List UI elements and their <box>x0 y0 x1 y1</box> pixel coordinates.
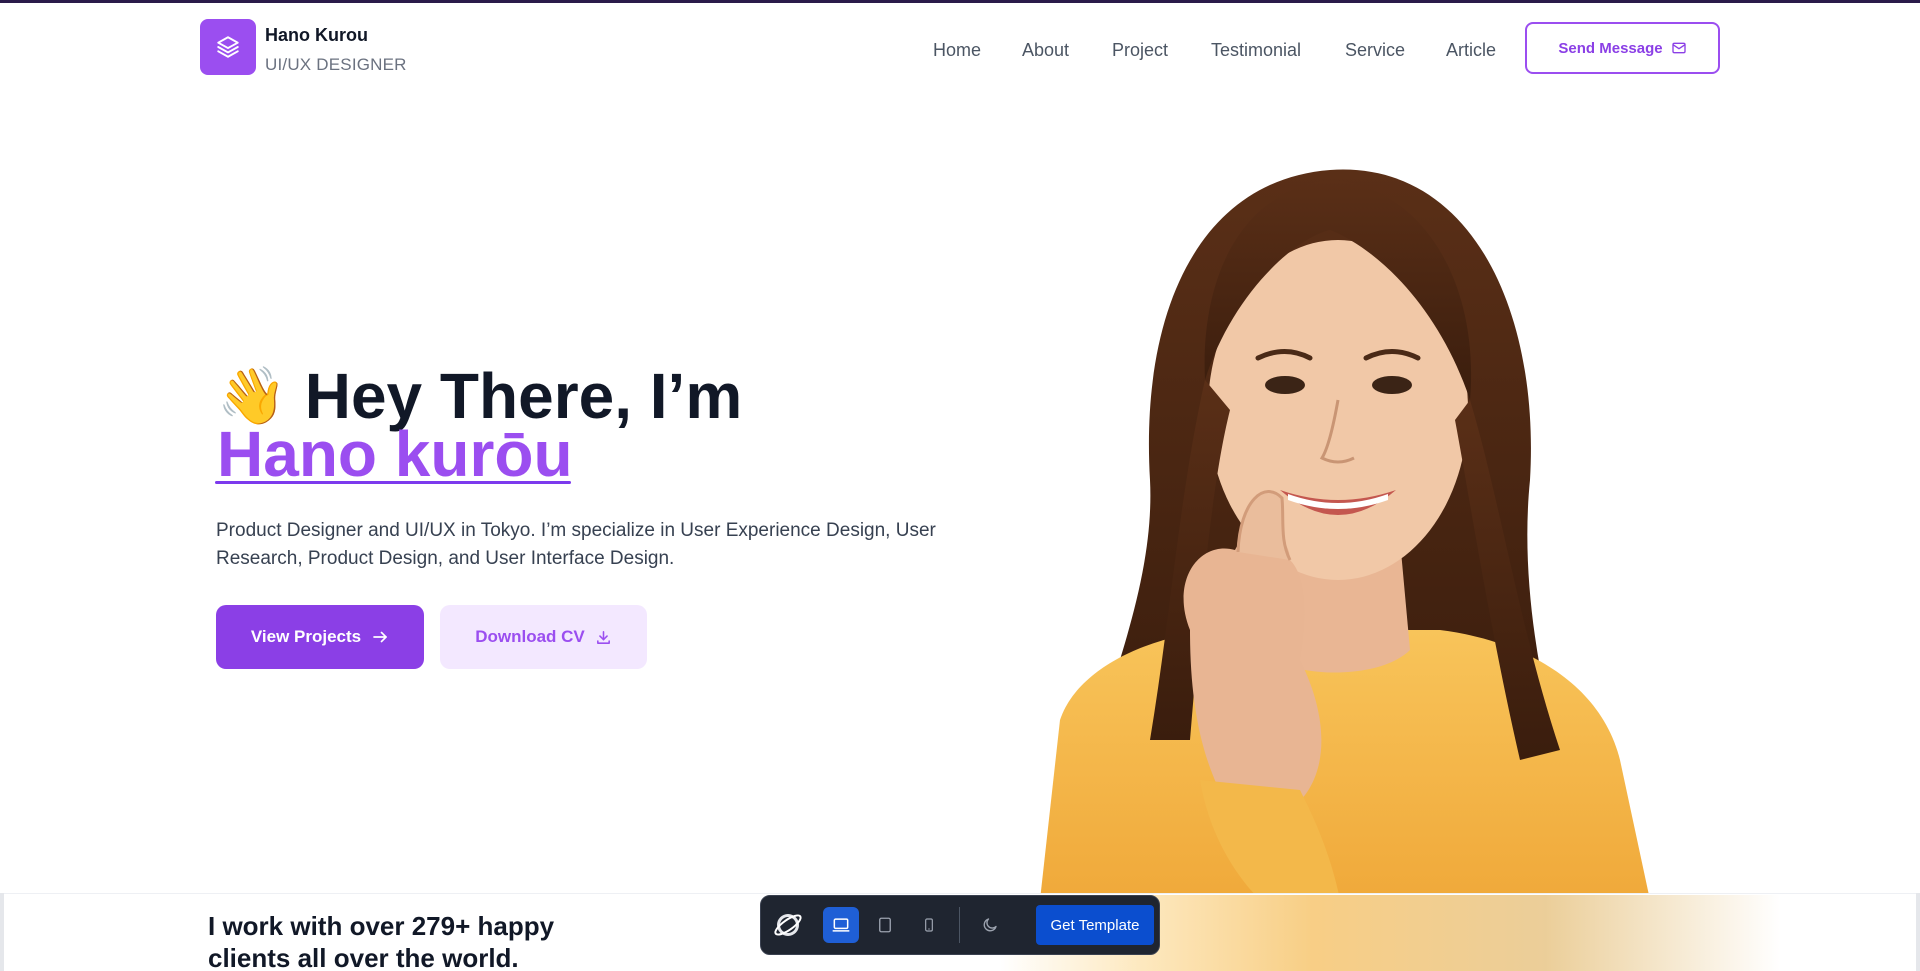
toolbar-divider <box>959 907 960 943</box>
download-icon <box>596 630 610 644</box>
mail-icon <box>1671 42 1686 54</box>
brand-name: Hano Kurou <box>265 25 368 45</box>
desktop-view-button[interactable] <box>823 907 859 943</box>
nav-item-testimonial[interactable]: Testimonial <box>1211 38 1301 62</box>
nav-item-home[interactable]: Home <box>933 38 981 62</box>
tablet-view-button[interactable] <box>867 907 903 943</box>
send-message-label: Send Message <box>1558 39 1663 57</box>
site-header: Hano Kurou UI/UX DESIGNER Home About Pro… <box>0 3 1920 93</box>
portrait-image <box>1040 169 1650 900</box>
clients-heading: I work with over 279+ happy clients all … <box>208 911 555 971</box>
desktop-icon <box>832 918 850 932</box>
mobile-icon <box>925 918 933 932</box>
planet-logo-icon[interactable] <box>771 908 805 942</box>
view-projects-label: View Projects <box>250 627 362 646</box>
nav-item-about[interactable]: About <box>1022 38 1069 62</box>
hero-description: Product Designer and UI/UX in Tokyo. I’m… <box>216 520 936 569</box>
section-edge-right <box>1916 893 1920 971</box>
view-projects-button[interactable]: View Projects <box>216 605 424 669</box>
section-edge-left <box>0 893 4 971</box>
arrow-right-icon <box>373 631 387 643</box>
nav-item-project[interactable]: Project <box>1112 38 1168 62</box>
layers-icon <box>200 19 256 75</box>
send-message-button[interactable]: Send Message <box>1525 22 1720 74</box>
get-template-button[interactable]: Get Template <box>1036 905 1154 945</box>
preview-toolbar: Get Template <box>760 895 1160 955</box>
brand-role: UI/UX DESIGNER <box>265 55 407 74</box>
mobile-view-button[interactable] <box>911 907 947 943</box>
nav-item-service[interactable]: Service <box>1345 38 1405 62</box>
moon-icon <box>983 918 997 932</box>
tablet-icon <box>879 917 891 933</box>
theme-toggle-button[interactable] <box>972 907 1008 943</box>
waving-hand-icon: 👋 <box>217 364 287 427</box>
hero-name-underline <box>215 481 571 484</box>
hero-name: Hano kurōu <box>217 418 573 490</box>
nav-item-article[interactable]: Article <box>1446 38 1496 62</box>
brand[interactable]: Hano Kurou UI/UX DESIGNER <box>200 19 407 75</box>
download-cv-label: Download CV <box>475 627 585 646</box>
download-cv-button[interactable]: Download CV <box>440 605 647 669</box>
